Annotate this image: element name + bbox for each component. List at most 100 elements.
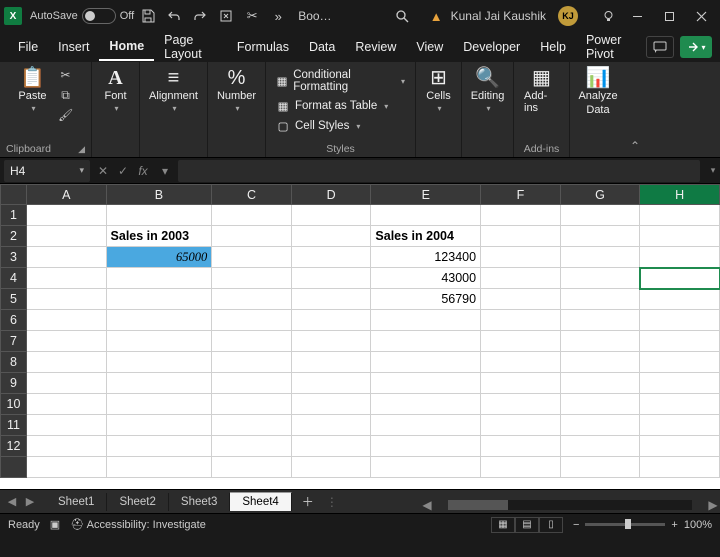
cell[interactable] [106, 268, 212, 289]
fx-dropdown-icon[interactable]: ▾ [156, 164, 174, 178]
cell[interactable] [212, 436, 292, 457]
select-all-corner[interactable] [1, 185, 27, 205]
cell[interactable] [291, 394, 371, 415]
cell[interactable] [640, 436, 720, 457]
col-header-e[interactable]: E [371, 185, 481, 205]
cell[interactable] [291, 457, 371, 478]
cell[interactable] [371, 331, 481, 352]
cell[interactable] [291, 331, 371, 352]
toggle-switch-icon[interactable] [82, 8, 116, 24]
close-button[interactable] [686, 2, 716, 30]
cell[interactable] [106, 373, 212, 394]
zoom-out-icon[interactable]: − [573, 519, 579, 531]
view-page-break-icon[interactable]: ▯ [539, 517, 563, 533]
cell[interactable] [560, 373, 640, 394]
cell[interactable] [481, 289, 561, 310]
clipboard-dialog-launcher-icon[interactable]: ◢ [78, 144, 85, 155]
cell[interactable] [212, 352, 292, 373]
alignment-button[interactable]: ≡ Alignment ▾ [145, 66, 202, 115]
cell[interactable] [481, 373, 561, 394]
cell[interactable] [371, 457, 481, 478]
zoom-level[interactable]: 100% [684, 519, 712, 531]
redo-icon[interactable] [188, 4, 212, 28]
row-header-6[interactable]: 6 [1, 310, 27, 331]
macro-record-icon[interactable]: ▣ [50, 518, 60, 531]
conditional-formatting-button[interactable]: ▦Conditional Formatting▾ [274, 68, 407, 94]
cell[interactable] [26, 415, 106, 436]
cell[interactable] [560, 247, 640, 268]
insert-function-icon[interactable]: fx [134, 164, 152, 178]
cell[interactable] [560, 289, 640, 310]
cell[interactable] [560, 226, 640, 247]
scroll-right-icon[interactable]: ▶ [706, 498, 720, 512]
enter-entry-icon[interactable]: ✓ [114, 164, 132, 178]
cell[interactable] [26, 247, 106, 268]
cell[interactable] [481, 205, 561, 226]
cell[interactable] [640, 247, 720, 268]
cell[interactable] [106, 310, 212, 331]
scroll-left-icon[interactable]: ◀ [420, 498, 434, 512]
cell-b3[interactable]: 65000 [106, 247, 212, 268]
cell-e5[interactable]: 56790 [371, 289, 481, 310]
analyze-data-button[interactable]: 📊 Analyze Data [574, 66, 621, 118]
cell[interactable] [560, 352, 640, 373]
zoom-slider[interactable] [585, 523, 665, 526]
cell[interactable] [640, 352, 720, 373]
cell[interactable] [560, 331, 640, 352]
cell[interactable] [481, 247, 561, 268]
tab-insert[interactable]: Insert [48, 34, 99, 60]
sheet-tab-2[interactable]: Sheet2 [107, 493, 168, 511]
minimize-button[interactable] [622, 2, 652, 30]
font-button[interactable]: A Font ▾ [100, 66, 130, 115]
cell[interactable] [640, 415, 720, 436]
cell[interactable] [106, 331, 212, 352]
search-icon[interactable] [390, 4, 414, 28]
format-as-table-button[interactable]: ▦Format as Table▾ [274, 98, 390, 114]
maximize-button[interactable] [654, 2, 684, 30]
row-header-2[interactable]: 2 [1, 226, 27, 247]
cell[interactable] [481, 352, 561, 373]
cell[interactable] [560, 205, 640, 226]
cell[interactable] [371, 310, 481, 331]
save-icon[interactable] [136, 4, 160, 28]
cell[interactable] [640, 394, 720, 415]
cell[interactable] [26, 394, 106, 415]
qat-more-icon[interactable]: » [266, 4, 290, 28]
tab-formulas[interactable]: Formulas [227, 34, 299, 60]
scrollbar-track[interactable] [448, 500, 692, 510]
tab-help[interactable]: Help [530, 34, 576, 60]
addins-button[interactable]: ▦ Add-ins [520, 66, 563, 116]
cell[interactable] [371, 394, 481, 415]
cancel-entry-icon[interactable]: ✕ [94, 164, 112, 178]
row-header-5[interactable]: 5 [1, 289, 27, 310]
cell[interactable] [291, 247, 371, 268]
tab-home[interactable]: Home [99, 33, 154, 61]
row-header-8[interactable]: 8 [1, 352, 27, 373]
share-button[interactable]: ▾ [680, 36, 712, 58]
editing-button[interactable]: 🔍 Editing ▾ [467, 66, 509, 115]
expand-formula-bar-icon[interactable]: ▾ [706, 165, 720, 176]
tab-view[interactable]: View [406, 34, 453, 60]
cell[interactable] [212, 289, 292, 310]
col-header-a[interactable]: A [26, 185, 106, 205]
cell[interactable] [481, 226, 561, 247]
cell[interactable] [481, 457, 561, 478]
cell[interactable] [640, 331, 720, 352]
cell[interactable] [371, 352, 481, 373]
row-header-12[interactable]: 12 [1, 436, 27, 457]
cell[interactable] [26, 268, 106, 289]
cell[interactable] [106, 457, 212, 478]
row-header-9[interactable]: 9 [1, 373, 27, 394]
cell[interactable] [481, 310, 561, 331]
sheet-nav-prev-icon[interactable]: ◀ [4, 495, 20, 508]
cell[interactable] [212, 373, 292, 394]
cell[interactable] [26, 226, 106, 247]
cell[interactable] [26, 289, 106, 310]
cell[interactable] [26, 352, 106, 373]
col-header-h[interactable]: H [640, 185, 720, 205]
row-header-10[interactable]: 10 [1, 394, 27, 415]
accessibility-status[interactable]: ⛑ Accessibility: Investigate [70, 518, 206, 531]
col-header-d[interactable]: D [291, 185, 371, 205]
export-icon[interactable] [214, 4, 238, 28]
cell-e2[interactable]: Sales in 2004 [371, 226, 481, 247]
